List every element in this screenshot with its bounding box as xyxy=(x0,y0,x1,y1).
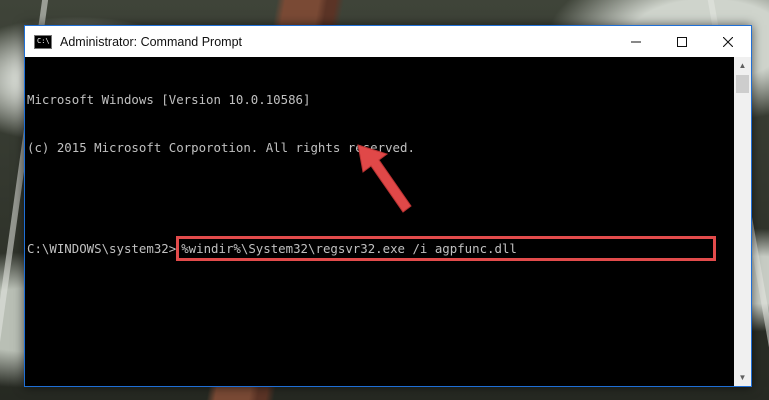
maximize-icon xyxy=(677,36,687,47)
window-title: Administrator: Command Prompt xyxy=(60,34,243,49)
close-icon xyxy=(723,36,733,47)
maximize-button[interactable] xyxy=(659,26,705,57)
scroll-up-arrow-icon[interactable]: ▲ xyxy=(734,57,751,74)
console-line: Microsoft Windows [Version 10.0.10586] xyxy=(27,92,311,107)
minimize-button[interactable] xyxy=(613,26,659,57)
highlighted-command[interactable]: %windir%\System32\regsvr32.exe /i agpfun… xyxy=(176,236,717,261)
command-line[interactable]: C:\WINDOWS\system32> %windir%\System32\r… xyxy=(27,236,734,261)
scrollbar-thumb[interactable] xyxy=(736,75,749,93)
vertical-scrollbar[interactable]: ▲ ▼ xyxy=(734,57,751,386)
console-output[interactable]: Microsoft Windows [Version 10.0.10586] (… xyxy=(25,57,734,386)
command-text[interactable]: %windir%\System32\regsvr32.exe /i agpfun… xyxy=(181,241,517,257)
close-button[interactable] xyxy=(705,26,751,57)
cmd-icon: C:\ xyxy=(34,34,52,49)
scroll-down-arrow-icon[interactable]: ▼ xyxy=(734,369,751,386)
command-prompt-path: C:\WINDOWS\system32> xyxy=(27,240,177,256)
cmd-icon-text: C:\ xyxy=(37,36,50,45)
minimize-icon xyxy=(631,41,641,42)
red-arrow-icon xyxy=(357,144,412,213)
title-bar[interactable]: C:\ Administrator: Command Prompt xyxy=(25,26,751,57)
